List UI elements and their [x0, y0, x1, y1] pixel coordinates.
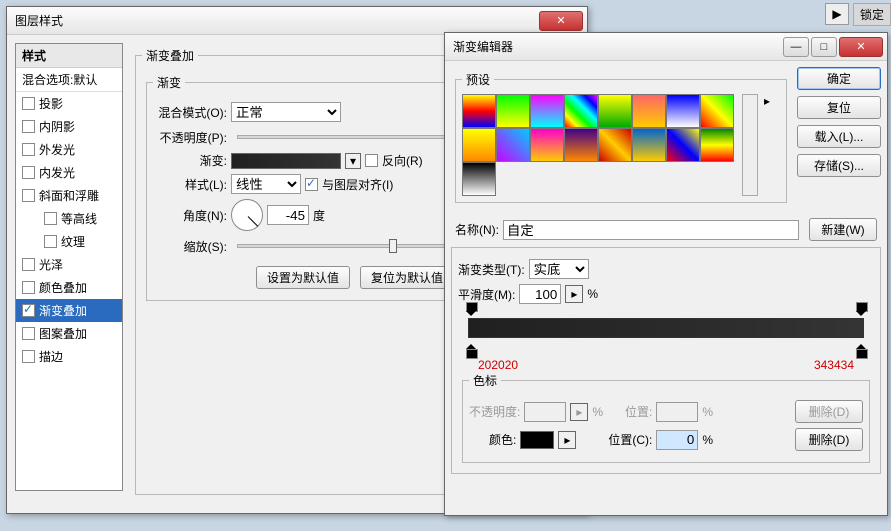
angle-input[interactable]: [267, 205, 309, 225]
preset-grid: [462, 94, 738, 196]
effect-item[interactable]: 斜面和浮雕: [16, 184, 122, 207]
effect-checkbox[interactable]: [22, 166, 35, 179]
gradient-dropdown-icon[interactable]: ▾: [345, 153, 361, 169]
effect-item[interactable]: 内发光: [16, 161, 122, 184]
blend-mode-select[interactable]: 正常: [231, 102, 341, 122]
preset-swatch[interactable]: [530, 128, 564, 162]
dialog-title: 渐变编辑器: [453, 38, 781, 55]
panel-title: 渐变叠加: [142, 47, 198, 64]
preset-swatch[interactable]: [462, 162, 496, 196]
presets-group: 预设 ▸: [455, 71, 787, 203]
effect-item[interactable]: 图案叠加: [16, 322, 122, 345]
opacity-stop-left[interactable]: [466, 302, 476, 314]
angle-dial[interactable]: [231, 199, 263, 231]
effect-checkbox[interactable]: [22, 143, 35, 156]
smoothness-dropdown-icon[interactable]: ▸: [565, 285, 583, 303]
gradient-preview[interactable]: [231, 153, 341, 169]
preset-swatch[interactable]: [700, 94, 734, 128]
load-button[interactable]: 载入(L)...: [797, 125, 881, 148]
color-dropdown-icon[interactable]: ▸: [558, 431, 576, 449]
effect-item[interactable]: 光泽: [16, 253, 122, 276]
close-icon[interactable]: ✕: [839, 37, 883, 57]
preset-scrollbar[interactable]: [742, 94, 758, 196]
preset-swatch[interactable]: [632, 128, 666, 162]
preset-swatch[interactable]: [598, 94, 632, 128]
color-stop-left[interactable]: [466, 344, 476, 356]
preset-swatch[interactable]: [598, 128, 632, 162]
gradient-bar[interactable]: 202020 343434: [468, 314, 864, 342]
preset-swatch[interactable]: [700, 128, 734, 162]
effect-checkbox[interactable]: [22, 281, 35, 294]
color-stop-right[interactable]: [856, 344, 866, 356]
effect-checkbox[interactable]: [22, 189, 35, 202]
smoothness-input[interactable]: [519, 284, 561, 304]
effect-item[interactable]: 外发光: [16, 138, 122, 161]
dialog-title: 图层样式: [15, 12, 539, 29]
effect-item[interactable]: 投影: [16, 92, 122, 115]
style-select[interactable]: 线性: [231, 174, 301, 194]
effect-checkbox[interactable]: [44, 235, 57, 248]
color-position-input[interactable]: [656, 430, 698, 450]
effect-item[interactable]: 描边: [16, 345, 122, 368]
opacity-stop-right[interactable]: [856, 302, 866, 314]
effects-list: 样式 混合选项:默认 投影内阴影外发光内发光斜面和浮雕等高线纹理光泽颜色叠加渐变…: [15, 43, 123, 491]
stop-opacity-pos-input: [656, 402, 698, 422]
preset-swatch[interactable]: [666, 94, 700, 128]
stop-opacity-input: [524, 402, 566, 422]
titlebar[interactable]: 图层样式 ✕: [7, 7, 587, 35]
preset-swatch[interactable]: [564, 128, 598, 162]
preset-swatch[interactable]: [462, 128, 496, 162]
effect-checkbox[interactable]: [22, 350, 35, 363]
ok-button[interactable]: 确定: [797, 67, 881, 90]
titlebar[interactable]: 渐变编辑器 — □ ✕: [445, 33, 887, 61]
new-button[interactable]: 新建(W): [809, 218, 877, 241]
maximize-icon[interactable]: □: [811, 37, 837, 57]
preset-swatch[interactable]: [462, 94, 496, 128]
chevron-right-icon: ▸: [570, 403, 588, 421]
align-checkbox[interactable]: [305, 178, 318, 191]
gradient-editor-dialog: 渐变编辑器 — □ ✕ 预设 ▸ 确定 复位 载入(L)... 存储(S)...…: [444, 32, 888, 516]
reverse-checkbox[interactable]: [365, 154, 378, 167]
effect-item[interactable]: 渐变叠加: [16, 299, 122, 322]
delete-opacity-stop-button: 删除(D): [795, 400, 863, 423]
reset-button[interactable]: 复位: [797, 96, 881, 119]
left-hex: 202020: [478, 358, 518, 372]
preset-menu-icon[interactable]: ▸: [760, 94, 774, 196]
close-icon[interactable]: ✕: [539, 11, 583, 31]
locked-label: 锁定: [853, 3, 891, 26]
save-button[interactable]: 存储(S)...: [797, 154, 881, 177]
preset-swatch[interactable]: [496, 128, 530, 162]
color-swatch[interactable]: [520, 431, 554, 449]
effect-item[interactable]: 纹理: [16, 230, 122, 253]
effect-checkbox[interactable]: [22, 327, 35, 340]
preset-swatch[interactable]: [666, 128, 700, 162]
app-toolbar: ▶ 锁定: [825, 0, 891, 28]
effect-checkbox[interactable]: [22, 120, 35, 133]
minimize-icon[interactable]: —: [783, 37, 809, 57]
name-input[interactable]: [503, 220, 799, 240]
reset-default-button[interactable]: 复位为默认值: [360, 266, 454, 289]
effect-checkbox[interactable]: [44, 212, 57, 225]
set-default-button[interactable]: 设置为默认值: [256, 266, 350, 289]
preset-swatch[interactable]: [530, 94, 564, 128]
stops-group: 色标 不透明度: ▸ % 位置: % 删除(D) 颜色: ▸ 位置(C): % …: [462, 372, 870, 463]
effect-item[interactable]: 内阴影: [16, 115, 122, 138]
gradient-def-group: 渐变类型(T): 实底 平滑度(M): ▸ % 202020 343434 色标…: [451, 247, 881, 474]
effect-checkbox[interactable]: [22, 97, 35, 110]
preset-swatch[interactable]: [564, 94, 598, 128]
delete-color-stop-button[interactable]: 删除(D): [795, 428, 863, 451]
effect-checkbox[interactable]: [22, 304, 35, 317]
blend-options-default[interactable]: 混合选项:默认: [16, 68, 122, 92]
gradient-type-select[interactable]: 实底: [529, 259, 589, 279]
right-hex: 343434: [814, 358, 854, 372]
effect-item[interactable]: 颜色叠加: [16, 276, 122, 299]
preset-swatch[interactable]: [632, 94, 666, 128]
effect-checkbox[interactable]: [22, 258, 35, 271]
styles-header: 样式: [16, 44, 122, 68]
effect-item[interactable]: 等高线: [16, 207, 122, 230]
play-icon[interactable]: ▶: [825, 3, 849, 25]
preset-swatch[interactable]: [496, 94, 530, 128]
